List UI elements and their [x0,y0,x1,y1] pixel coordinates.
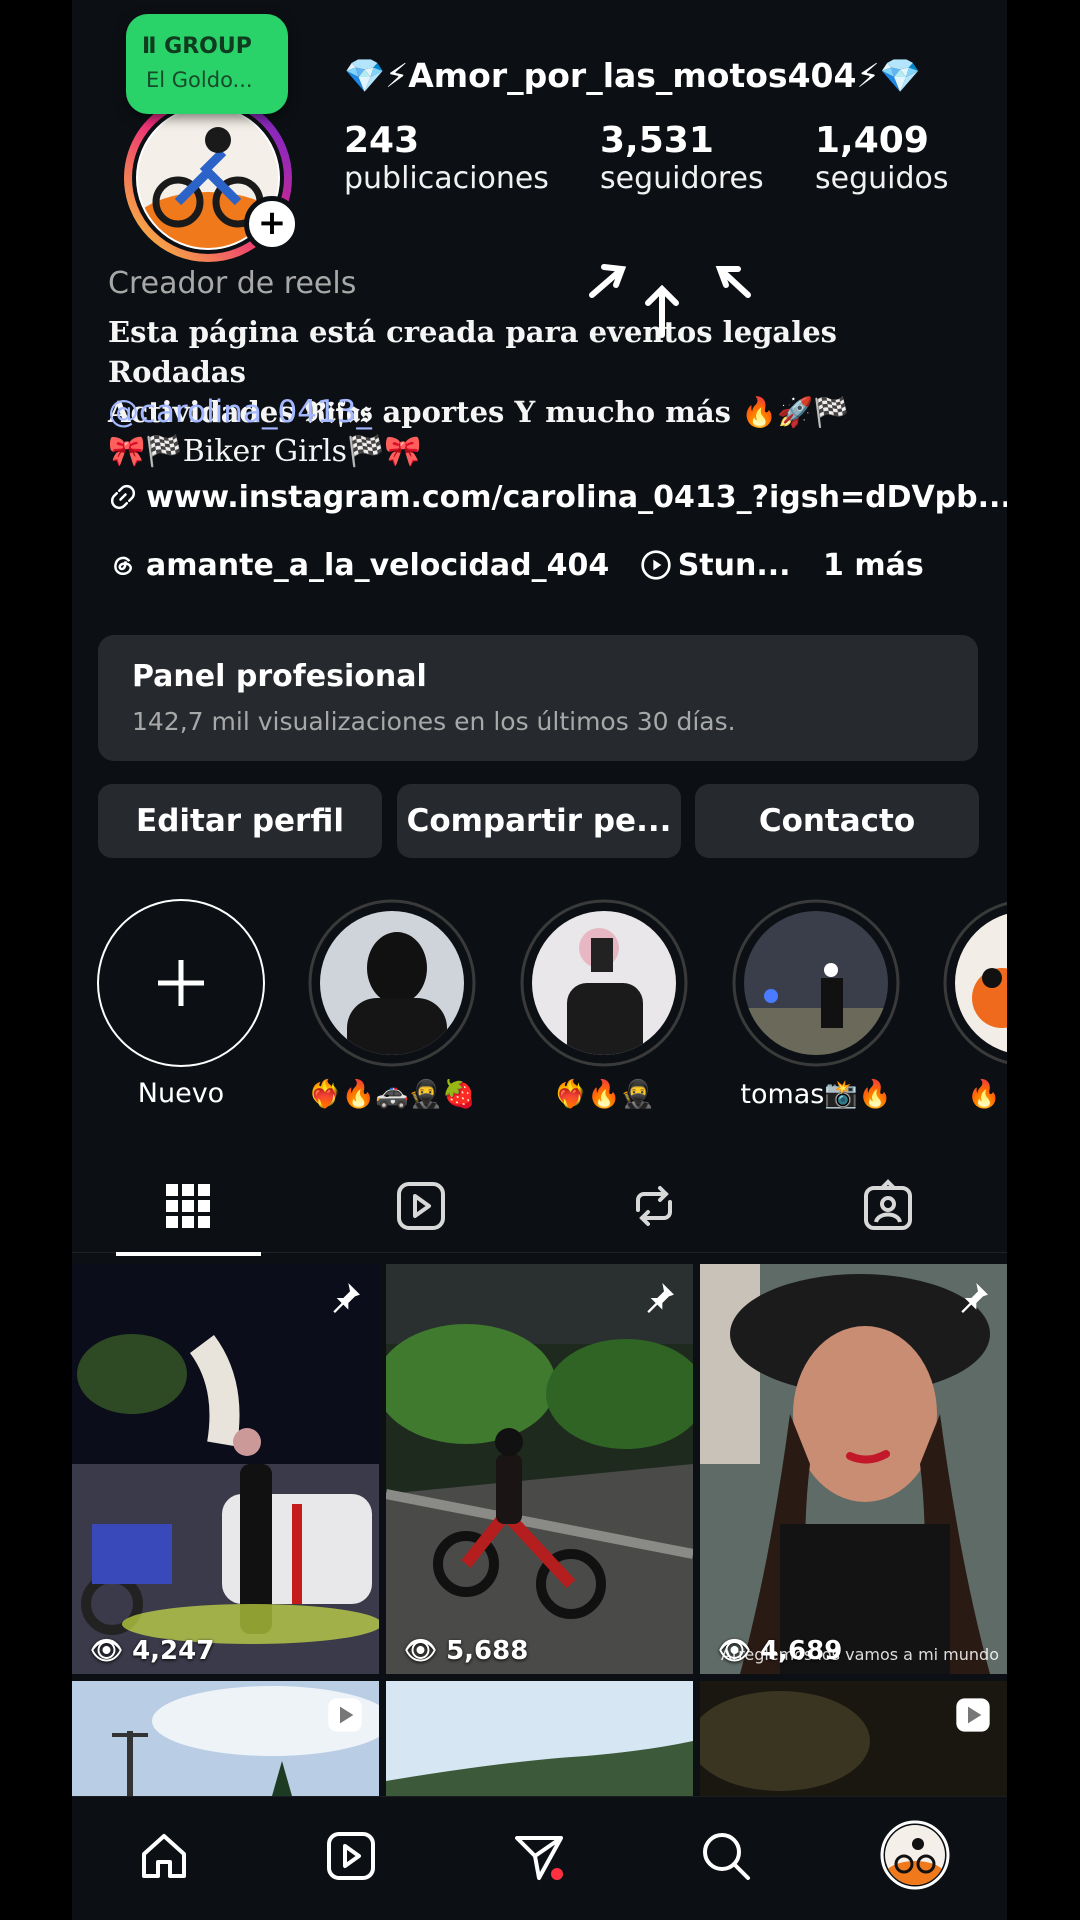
highlight-item[interactable] [731,898,901,1068]
eye-icon: 👁 [90,1636,133,1666]
link-icon [110,484,136,510]
highlight-label: 🔥 [967,1079,1001,1110]
stat-posts: 243 publicaciones [344,120,549,196]
stat-followers-value: 3,531 [600,120,714,161]
post-tile[interactable] [700,1681,1007,1796]
search-icon[interactable] [696,1826,756,1886]
external-link-text: www.instagram.com/carolina_0413_?igsh=dD… [146,480,1007,515]
home-icon[interactable] [134,1826,194,1886]
stat-following[interactable]: 1,409 seguidos [815,120,949,196]
profile-username[interactable]: 💎⚡Amor_por_las_motos404⚡💎 [344,56,921,96]
grid-tab-icon[interactable] [158,1176,218,1236]
more-links[interactable]: 1 más [823,548,924,583]
post-tile[interactable]: 👁 4,247 [72,1264,379,1674]
reel-badge-icon [956,1698,990,1732]
highlight-item[interactable] [519,898,689,1068]
post-image-helmet-selfie [700,1264,1007,1674]
add-story-plus-icon[interactable]: + [244,196,300,252]
reel-link[interactable]: Stun... [640,548,801,583]
edit-profile-button[interactable]: Editar perfil [98,784,382,858]
external-link[interactable]: www.instagram.com/carolina_0413_?igsh=dD… [108,480,1007,515]
threads-row: amante_a_la_velocidad_404 Stun... 1 más [108,548,924,583]
new-highlight-plus-icon [97,899,265,1067]
post-views-count: 5,688 [446,1636,529,1666]
reels-tab-icon[interactable] [391,1176,451,1236]
highlight-item[interactable] [942,898,1007,1068]
post-image-hills [386,1681,693,1796]
highlight-label: ❤️‍🔥🔥🥷 [553,1079,655,1110]
highlight-label: tomas📸🔥 [740,1079,892,1110]
highlight-label: ❤️‍🔥🔥🚓🥷🍓 [307,1079,477,1110]
stat-followers-label: seguidores [600,161,764,196]
group-pill-subtitle: El Goldo... [146,68,253,92]
group-pill-title: Ⅱ GROUP [142,34,252,59]
share-profile-button[interactable]: Compartir pe... [397,784,681,858]
reels-nav-icon[interactable] [321,1826,381,1886]
group-call-pill[interactable]: Ⅱ GROUP El Goldo... [126,14,288,114]
reel-badge-icon [328,1698,362,1732]
highlight-item[interactable] [307,898,477,1068]
pin-icon [333,1283,360,1313]
stat-followers[interactable]: 3,531 seguidores [600,120,764,196]
post-image-rider-road [386,1264,693,1674]
active-tab-indicator [116,1252,261,1256]
highlight-new[interactable] [96,898,266,1068]
highlight-cover-night-motorcycles [732,899,900,1067]
profile-category: Creador de reels [108,266,357,301]
highlight-cover-logo [943,901,1007,1065]
post-views: 👁 5,688 [404,1636,528,1666]
eye-icon: 👁 [404,1636,447,1666]
threads-username: amante_a_la_velocidad_404 [146,548,610,583]
post-image-night-car-motorcycle [72,1264,379,1674]
post-views-count: 4,247 [132,1636,215,1666]
contact-button[interactable]: Contacto [695,784,979,858]
stat-posts-value: 243 [344,120,420,161]
panel-title: Panel profesional [132,659,427,694]
notification-dot [551,1868,563,1880]
play-circle-icon [641,550,671,580]
reposts-tab-icon[interactable] [624,1176,684,1236]
stat-following-label: seguidos [815,161,949,196]
reel-link-text: Stun... [677,548,791,583]
tagged-tab-icon[interactable] [858,1176,918,1236]
highlight-new-label: Nuevo [137,1078,225,1109]
post-caption-overlay: Arreglemos los vamos a mi mundo [720,1645,999,1664]
post-views: 👁 4,247 [90,1636,214,1666]
panel-subtitle: 142,7 mil visualizaciones en los últimos… [132,707,736,736]
post-tile[interactable] [72,1681,379,1796]
stat-posts-label: publicaciones [344,161,549,196]
bio-line-1: Esta página está creada para eventos leg… [108,315,838,389]
pin-icon [647,1283,674,1313]
direct-messages-icon[interactable] [509,1826,569,1886]
post-tile[interactable] [386,1681,693,1796]
threads-link[interactable]: amante_a_la_velocidad_404 [108,548,620,583]
bio-biker-girls: 🎀🏁Biker Girls🏁🎀 [108,434,422,469]
highlight-cover-hooded-person [308,899,476,1067]
threads-icon [114,556,132,576]
stat-following-value: 1,409 [815,120,929,161]
post-tile[interactable]: 👁 5,688 [386,1264,693,1674]
pin-icon [961,1283,988,1313]
profile-nav-avatar[interactable] [880,1820,950,1890]
bio-mention-link[interactable]: @carolina_0413_ [108,394,372,430]
highlight-cover-mirror-selfie [520,899,688,1067]
post-tile[interactable]: 👁 4,689 Arreglemos los vamos a mi mundo [700,1264,1007,1674]
professional-dashboard[interactable]: Panel profesional 142,7 mil visualizacio… [98,635,978,761]
mention-text: @carolina_0413_ [108,394,372,430]
profile-screen: Ⅱ GROUP El Goldo... + 💎⚡Amor_por_las_mot… [72,0,1007,1920]
